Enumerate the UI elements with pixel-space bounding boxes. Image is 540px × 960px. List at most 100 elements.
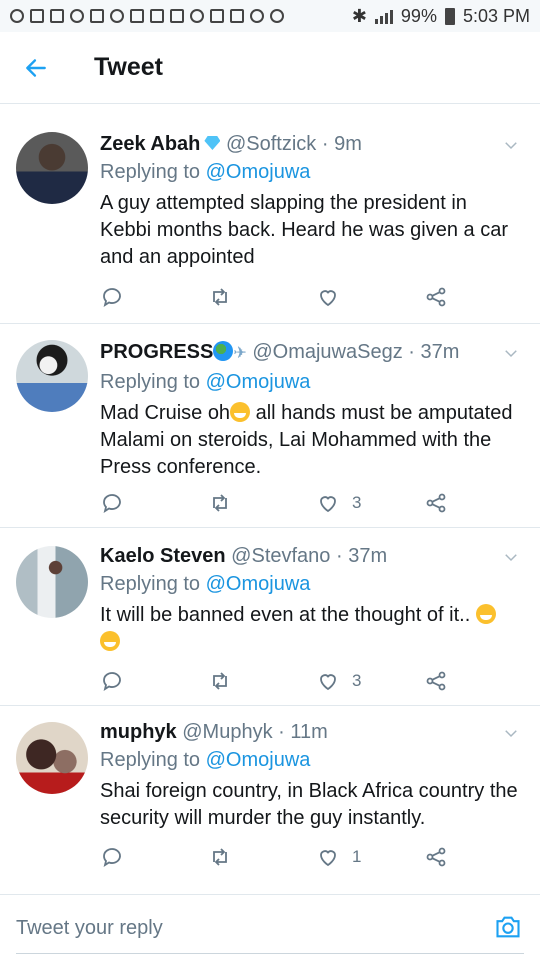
reply-icon [103,288,121,307]
retweet-icon [213,494,227,512]
chevron-down-icon[interactable] [502,548,520,566]
author-name[interactable]: Zeek Abah [100,133,200,155]
mail-icon [30,9,44,23]
reply-button[interactable] [100,669,208,693]
tweet[interactable]: Zeek Abah @Softzick · 9m Replying to @Om… [0,104,540,324]
back-arrow-icon [26,58,46,77]
page-title: Tweet [94,53,163,81]
mention-link[interactable]: @Omojuwa [206,573,311,595]
cloud-icon [70,9,84,23]
author-name[interactable]: PROGRESS [100,341,213,363]
airplane-emoji-icon: ✈ [233,345,247,362]
like-count: 3 [352,493,362,512]
retweet-button[interactable] [208,669,316,693]
timestamp: · 37m [335,545,388,567]
avatar[interactable] [16,132,88,204]
avatar[interactable] [16,722,88,794]
chevron-down-icon[interactable] [502,344,520,362]
reply-button[interactable] [100,845,208,869]
photo-icon [170,9,184,23]
mention-link[interactable]: @Omojuwa [206,161,311,183]
heart-icon [320,674,336,691]
retweet-button[interactable] [208,285,316,309]
mail-icon [50,9,64,23]
bluetooth-icon: ✱ [351,5,367,26]
laughing-emoji-icon [100,631,120,651]
replying-label: Replying to [100,161,201,183]
like-count: 1 [352,847,362,866]
mention-link[interactable]: @Omojuwa [206,749,311,771]
author-name[interactable]: muphyk [100,721,177,743]
retweet-icon [213,848,227,866]
tweet-actions: 3 [100,488,460,518]
notification-icons [10,9,284,23]
laughing-emoji-icon [475,604,496,624]
laughing-emoji-icon [230,402,251,422]
replying-label: Replying to [100,749,201,771]
tweet[interactable]: Kaelo Steven @Stevfano · 37m Replying to… [0,528,540,706]
clock: 5:03 PM [462,5,530,26]
share-icon [426,287,446,307]
timestamp: · 37m [408,341,460,363]
author-handle[interactable]: @OmajuwaSegz [252,341,402,363]
timestamp: · 9m [321,133,362,155]
chevron-down-icon[interactable] [502,724,520,742]
news-icon [150,9,164,23]
tweet[interactable]: muphyk @Muphyk · 11m Replying to @Omojuw… [0,706,540,894]
key-icon [210,9,224,23]
like-button[interactable] [316,285,424,309]
reply-input[interactable] [16,895,456,960]
replying-to: Replying to @Omojuwa [100,158,520,186]
like-button[interactable]: 3 [316,491,424,515]
author-name[interactable]: Kaelo Steven [100,545,226,567]
share-button[interactable] [424,669,448,693]
author-handle[interactable]: @Stevfano [231,545,330,567]
retweet-button[interactable] [208,491,316,515]
instagram-icon [270,9,284,23]
heart-icon [320,496,336,513]
system-icons: ✱ 99% 5:03 PM [352,6,530,27]
message-icon [130,9,144,23]
reply-icon [103,494,121,513]
share-button[interactable] [424,491,448,515]
chevron-down-icon[interactable] [502,136,520,154]
retweet-button[interactable] [208,845,316,869]
battery-percent: 99% [400,5,437,26]
battery-icon [444,7,455,25]
share-button[interactable] [424,285,448,309]
input-underline [16,953,524,954]
avatar[interactable] [16,546,88,618]
author-handle[interactable]: @Muphyk [182,721,272,743]
tweet-text: It will be banned even at the thought of… [100,602,520,656]
messenger-icon [110,9,124,23]
like-button[interactable]: 3 [316,669,424,693]
author-handle[interactable]: @Softzick [226,133,316,155]
instagram-icon [250,9,264,23]
app-header: Tweet [0,32,540,104]
twitter-icon [190,9,204,23]
like-count: 3 [352,671,362,690]
signal-icon [374,8,393,24]
replying-to: Replying to @Omojuwa [100,746,520,774]
tweet-text: Shai foreign country, in Black Africa co… [100,780,518,829]
tweet-actions: 1 [100,842,460,872]
reply-icon [103,848,121,867]
tweet-actions: 3 [100,666,460,696]
mention-link[interactable]: @Omojuwa [206,371,311,393]
status-bar: ✱ 99% 5:03 PM [0,0,540,32]
reply-button[interactable] [100,285,208,309]
chat-icon [90,9,104,23]
camera-icon[interactable] [494,913,522,941]
tweet-actions [100,282,460,312]
share-button[interactable] [424,845,448,869]
like-button[interactable]: 1 [316,845,424,869]
replying-to: Replying to @Omojuwa [100,570,520,598]
retweet-icon [213,288,227,306]
retweet-icon [213,672,227,690]
text-icon [230,9,244,23]
reply-button[interactable] [100,491,208,515]
back-button[interactable] [0,32,72,104]
avatar[interactable] [16,340,88,412]
heart-icon [320,290,336,307]
tweet[interactable]: PROGRESS ✈ @OmajuwaSegz · 37m Replying to… [0,324,540,528]
